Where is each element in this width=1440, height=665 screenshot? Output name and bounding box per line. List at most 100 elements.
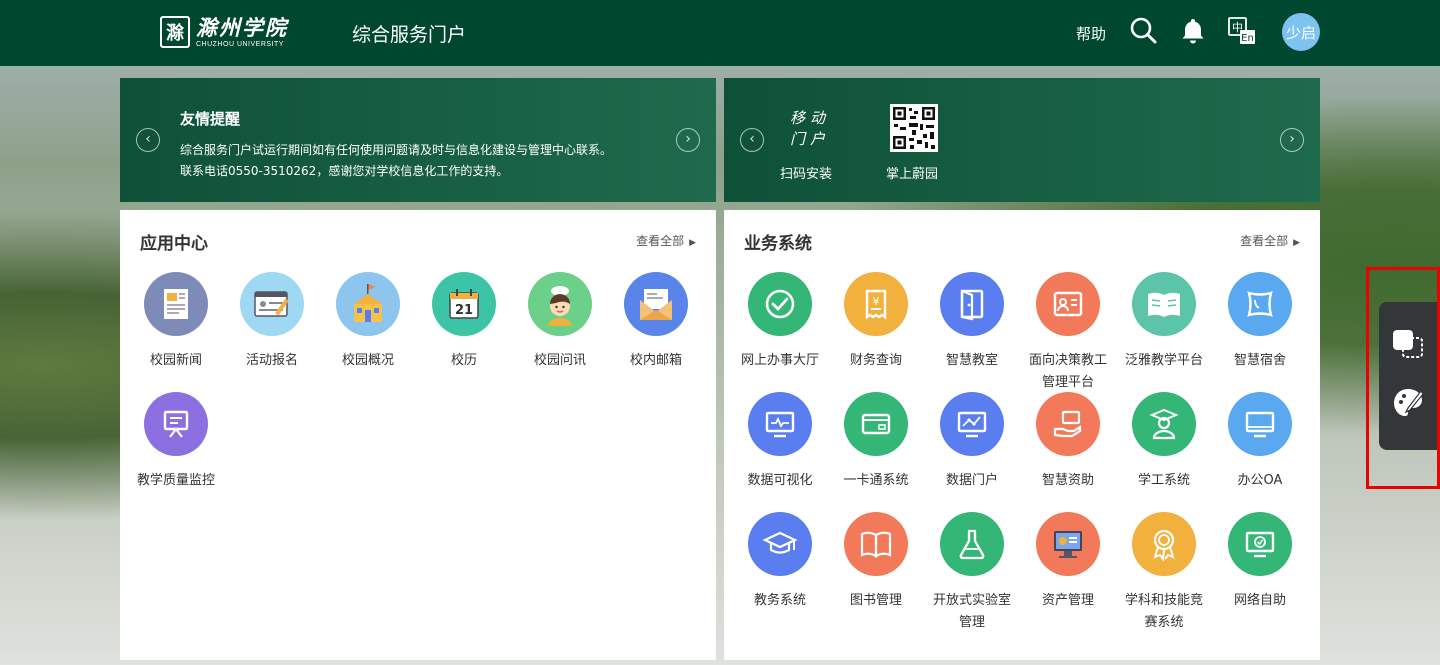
mobile-app-caption: 掌上蔚园 — [886, 167, 939, 182]
mobile-prev-button[interactable]: ‹ — [740, 128, 764, 152]
app-item[interactable]: 数据可视化 — [737, 392, 823, 492]
app-item[interactable]: 数据门户 — [929, 392, 1015, 492]
app-label: 校历 — [450, 353, 477, 368]
logo-seal: 滁 — [160, 16, 190, 48]
app-item[interactable]: ¥ 财务查询 — [833, 272, 919, 372]
flask-icon — [940, 512, 1004, 576]
svg-text:¥: ¥ — [873, 295, 880, 308]
mobile-next-button[interactable]: › — [1280, 128, 1304, 152]
app-item[interactable]: 一卡通系统 — [833, 392, 919, 492]
logo-chinese-name: 滁州学院 — [196, 14, 288, 40]
app-item[interactable]: 智慧教室 — [929, 272, 1015, 372]
notice-banner: ‹ 友情提醒 综合服务门户试运行期间如有任何使用问题请及时与信息化建设与管理中心… — [120, 78, 716, 202]
hand-giving-icon — [1036, 392, 1100, 456]
app-item[interactable]: 智慧宿舍 — [1217, 272, 1303, 372]
app-item[interactable]: 校内邮箱 — [613, 272, 699, 372]
palette-icon[interactable] — [1391, 386, 1425, 420]
notice-next-button[interactable]: › — [676, 128, 700, 152]
app-center-panel: 应用中心 查看全部▶ 校园新闻 活动报名 校园概况 21 校历 校园问讯 校内 — [120, 210, 716, 660]
app-item[interactable]: 网络自助 — [1217, 512, 1303, 612]
app-label: 图书管理 — [849, 593, 902, 608]
svg-text:En: En — [1241, 33, 1254, 44]
qr-code-icon[interactable] — [890, 104, 938, 152]
calendar-icon: 21 — [432, 272, 496, 336]
app-label: 面向决策教工管理平台 — [1028, 353, 1107, 390]
teaching-board-icon — [144, 392, 208, 456]
app-item[interactable]: 学科和技能竞赛系统 — [1121, 512, 1207, 634]
logo-english-name: CHUZHOU UNIVERSITY — [196, 40, 284, 48]
computer-screen-icon — [1036, 512, 1100, 576]
app-label: 校园新闻 — [149, 353, 202, 368]
newspaper-icon — [144, 272, 208, 336]
language-icon[interactable]: 中 En — [1226, 15, 1258, 47]
caret-right-icon: ▶ — [1293, 238, 1300, 248]
screenshot-tool-icon[interactable] — [1391, 326, 1425, 360]
scan-install-caption: 扫码安装 — [780, 167, 833, 182]
door-icon — [940, 272, 1004, 336]
monitor-graph-icon — [940, 392, 1004, 456]
app-label: 校园问讯 — [533, 353, 586, 368]
app-item[interactable]: 校园概况 — [325, 272, 411, 372]
monitor-chart-icon — [748, 392, 812, 456]
app-item[interactable]: 教学质量监控 — [133, 392, 219, 492]
app-item[interactable]: 办公OA — [1217, 392, 1303, 492]
app-item[interactable]: 泛雅教学平台 — [1121, 272, 1207, 372]
university-logo[interactable]: 滁 滁州学院 CHUZHOU UNIVERSITY — [160, 14, 288, 50]
search-icon[interactable] — [1128, 15, 1160, 47]
app-item[interactable]: 图书管理 — [833, 512, 919, 612]
app-label: 校园概况 — [341, 353, 394, 368]
mobile-portal-slogan: 移动 门户 — [790, 109, 831, 148]
card-icon — [844, 392, 908, 456]
app-label: 学工系统 — [1137, 473, 1190, 488]
app-label: 教学质量监控 — [136, 473, 215, 488]
app-item[interactable]: 21 校历 — [421, 272, 507, 372]
app-label: 数据可视化 — [747, 473, 813, 488]
portal-title: 综合服务门户 — [352, 24, 467, 46]
notice-line-2: 联系电话0550-3510262，感谢您对学校信息化工作的支持。 — [180, 164, 509, 178]
app-item[interactable]: 智慧资助 — [1025, 392, 1111, 492]
app-label: 办公OA — [1237, 473, 1283, 488]
svg-text:21: 21 — [455, 303, 473, 318]
mobile-portal-banner: ‹ 移动 门户 扫码安装 掌上蔚园 › — [724, 78, 1320, 202]
app-item[interactable]: 网上办事大厅 — [737, 272, 823, 372]
app-label: 泛雅教学平台 — [1124, 353, 1203, 368]
app-label: 财务查询 — [849, 353, 902, 368]
app-label: 教务系统 — [753, 593, 806, 608]
app-item[interactable]: 资产管理 — [1025, 512, 1111, 612]
app-center-title: 应用中心 — [140, 234, 208, 254]
app-item[interactable]: 面向决策教工管理平台 — [1025, 272, 1111, 394]
app-label: 资产管理 — [1041, 593, 1094, 608]
bell-icon[interactable] — [1177, 15, 1209, 47]
app-item[interactable]: 校园新闻 — [133, 272, 219, 372]
app-label: 网络自助 — [1233, 593, 1286, 608]
desktop-icon — [1228, 392, 1292, 456]
floating-side-toolbar — [1379, 302, 1440, 450]
app-item[interactable]: 学工系统 — [1121, 392, 1207, 492]
mail-envelope-icon — [624, 272, 688, 336]
app-label: 智慧宿舍 — [1233, 353, 1286, 368]
app-label: 智慧教室 — [945, 353, 998, 368]
student-avatar-icon — [528, 272, 592, 336]
business-view-all-link[interactable]: 查看全部 ▶ — [1240, 232, 1300, 249]
signup-form-icon — [240, 272, 304, 336]
app-item[interactable]: 活动报名 — [229, 272, 315, 372]
app-center-view-all-link[interactable]: 查看全部 ▶ — [636, 232, 696, 249]
caret-right-icon: ▶ — [689, 238, 696, 248]
receipt-yen-icon: ¥ — [844, 272, 908, 336]
app-label: 智慧资助 — [1041, 473, 1094, 488]
help-link[interactable]: 帮助 — [1076, 23, 1106, 44]
app-item[interactable]: 校园问讯 — [517, 272, 603, 372]
open-book-icon — [1132, 272, 1196, 336]
business-systems-panel: 业务系统 查看全部 ▶ 网上办事大厅 ¥ 财务查询 智慧教室 面向决策教工管理平台… — [724, 210, 1320, 660]
notice-prev-button[interactable]: ‹ — [136, 128, 160, 152]
top-navigation-bar: 滁 滁州学院 CHUZHOU UNIVERSITY 综合服务门户 帮助 中 En … — [0, 0, 1440, 66]
notice-body: 综合服务门户试运行期间如有任何使用问题请及时与信息化建设与管理中心联系。 联系电… — [180, 140, 612, 182]
app-label: 一卡通系统 — [843, 473, 909, 488]
book-icon — [844, 512, 908, 576]
staff-card-icon — [1036, 272, 1100, 336]
user-avatar[interactable]: 少启 — [1282, 13, 1320, 51]
mortarboard-icon — [748, 512, 812, 576]
network-monitor-icon — [1228, 512, 1292, 576]
app-item[interactable]: 教务系统 — [737, 512, 823, 612]
app-item[interactable]: 开放式实验室管理 — [929, 512, 1015, 634]
